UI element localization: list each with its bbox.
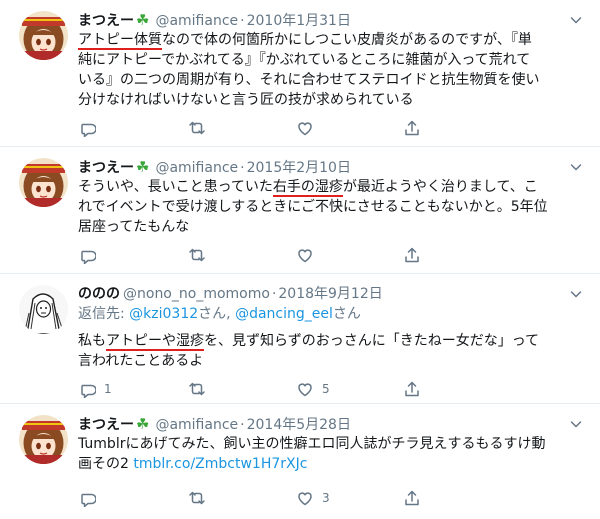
like-icon	[298, 249, 312, 263]
tweet-actions: 3	[78, 488, 498, 508]
share-button[interactable]	[403, 488, 421, 508]
avatar[interactable]	[19, 415, 68, 464]
tweet-date[interactable]: 2018年9月12日	[278, 286, 382, 302]
mention-link[interactable]: @dancing_eel	[235, 306, 333, 322]
user-name[interactable]: まつえー	[78, 13, 134, 29]
separator-dot: ·	[271, 286, 277, 302]
tweet-header: ののの @nono_no_momomo · 2018年9月12日	[78, 284, 383, 304]
clover-icon: ☘	[136, 158, 150, 176]
tweet-header: まつえー ☘ @amifiance · 2010年1月31日	[78, 10, 351, 31]
like-icon	[298, 383, 312, 397]
tweet-actions: 1 5	[78, 379, 498, 399]
user-name[interactable]: ののの	[78, 286, 120, 302]
mention-link[interactable]: @kzi0312	[129, 306, 198, 322]
reply-context: 返信先: @kzi0312さん, @dancing_eelさん	[78, 306, 361, 322]
tweet-actions	[78, 118, 498, 138]
retweet-icon	[189, 248, 205, 262]
like-button[interactable]	[296, 118, 322, 138]
reply-icon	[81, 493, 96, 507]
tweet-date[interactable]: 2015年2月10日	[247, 160, 351, 176]
like-icon	[298, 492, 312, 506]
reply-button[interactable]	[78, 118, 104, 138]
tweet[interactable]: まつえー ☘ @amifiance · 2014年5月28日 Tumblrにあげてみた、…	[0, 404, 600, 519]
reply-icon	[81, 384, 96, 398]
reply-button[interactable]	[78, 245, 104, 265]
reply-button[interactable]: 1	[78, 379, 112, 399]
retweet-button[interactable]	[188, 379, 214, 399]
like-button[interactable]	[296, 245, 322, 265]
share-button[interactable]	[403, 245, 421, 265]
tweet-header: まつえー ☘ @amifiance · 2015年2月10日	[78, 157, 351, 178]
user-name[interactable]: まつえー	[78, 417, 134, 433]
tweet-text: 私もアトピーや湿疹を、見ず知らずのおっさんに「きたねー女だな」って 言われたこと…	[78, 333, 540, 369]
caret-down-icon[interactable]	[568, 286, 584, 302]
tweet-link[interactable]: tmblr.co/Zmbctw1H7rXJc	[133, 456, 307, 472]
share-icon	[405, 490, 419, 506]
tweet-actions	[78, 245, 498, 265]
retweet-button[interactable]	[188, 245, 214, 265]
avatar[interactable]	[19, 285, 68, 334]
user-handle[interactable]: @amifiance	[155, 160, 238, 176]
retweet-button[interactable]	[188, 488, 214, 508]
user-handle[interactable]: @amifiance	[155, 13, 238, 29]
tweet-date[interactable]: 2010年1月31日	[247, 13, 351, 29]
retweet-icon	[189, 491, 205, 505]
separator-dot: ·	[240, 417, 245, 433]
like-count: 3	[322, 491, 330, 505]
caret-down-icon[interactable]	[568, 12, 584, 28]
reply-button[interactable]	[78, 488, 104, 508]
like-icon	[298, 122, 312, 136]
reply-count: 1	[104, 382, 112, 396]
highlighted-phrase: アトピーや湿疹	[106, 333, 204, 351]
retweet-button[interactable]	[188, 118, 214, 138]
tweet[interactable]: まつえー ☘ @amifiance · 2015年2月10日 そういや、長いこと患ってい…	[0, 147, 600, 274]
tweet[interactable]: ののの @nono_no_momomo · 2018年9月12日 返信先: @kzi0…	[0, 274, 600, 404]
share-button[interactable]	[403, 379, 421, 399]
avatar[interactable]	[19, 11, 68, 60]
tweet[interactable]: まつえー ☘ @amifiance · 2010年1月31日 アトピー体質なので体の何箇…	[0, 0, 600, 147]
like-button[interactable]: 3	[296, 488, 330, 508]
share-icon	[405, 120, 419, 136]
user-name[interactable]: まつえー	[78, 160, 134, 176]
user-handle[interactable]: @nono_no_momomo	[123, 286, 270, 302]
tweet-header: まつえー ☘ @amifiance · 2014年5月28日	[78, 414, 351, 435]
avatar[interactable]	[19, 158, 68, 207]
highlighted-phrase: アトピー体質	[78, 32, 162, 50]
like-count: 5	[322, 382, 330, 396]
clover-icon: ☘	[136, 11, 150, 29]
highlighted-phrase: 右手の湿疹	[272, 179, 343, 197]
share-button[interactable]	[403, 118, 421, 138]
retweet-icon	[189, 382, 205, 396]
caret-down-icon[interactable]	[568, 159, 584, 175]
tweet-text: Tumblrにあげてみた、飼い主の性癖エロ同人誌がチラ見えするもるすけ動 画その…	[78, 436, 546, 472]
tweet-text: そういや、長いこと患っていた右手の湿疹が最近ようやく治りまして、こ れでイベント…	[78, 179, 548, 235]
reply-icon	[81, 123, 96, 137]
user-handle[interactable]: @amifiance	[155, 417, 238, 433]
share-icon	[405, 247, 419, 263]
like-button[interactable]: 5	[296, 379, 330, 399]
share-icon	[405, 381, 419, 397]
clover-icon: ☘	[136, 415, 150, 433]
tweet-text: アトピー体質なので体の何箇所かにしつこい皮膚炎があるのですが、『単 純にアトピー…	[78, 32, 540, 108]
tweet-date[interactable]: 2014年5月28日	[247, 417, 351, 433]
separator-dot: ·	[240, 13, 245, 29]
caret-down-icon[interactable]	[568, 416, 584, 432]
separator-dot: ·	[240, 160, 245, 176]
reply-icon	[81, 250, 96, 264]
retweet-icon	[189, 121, 205, 135]
